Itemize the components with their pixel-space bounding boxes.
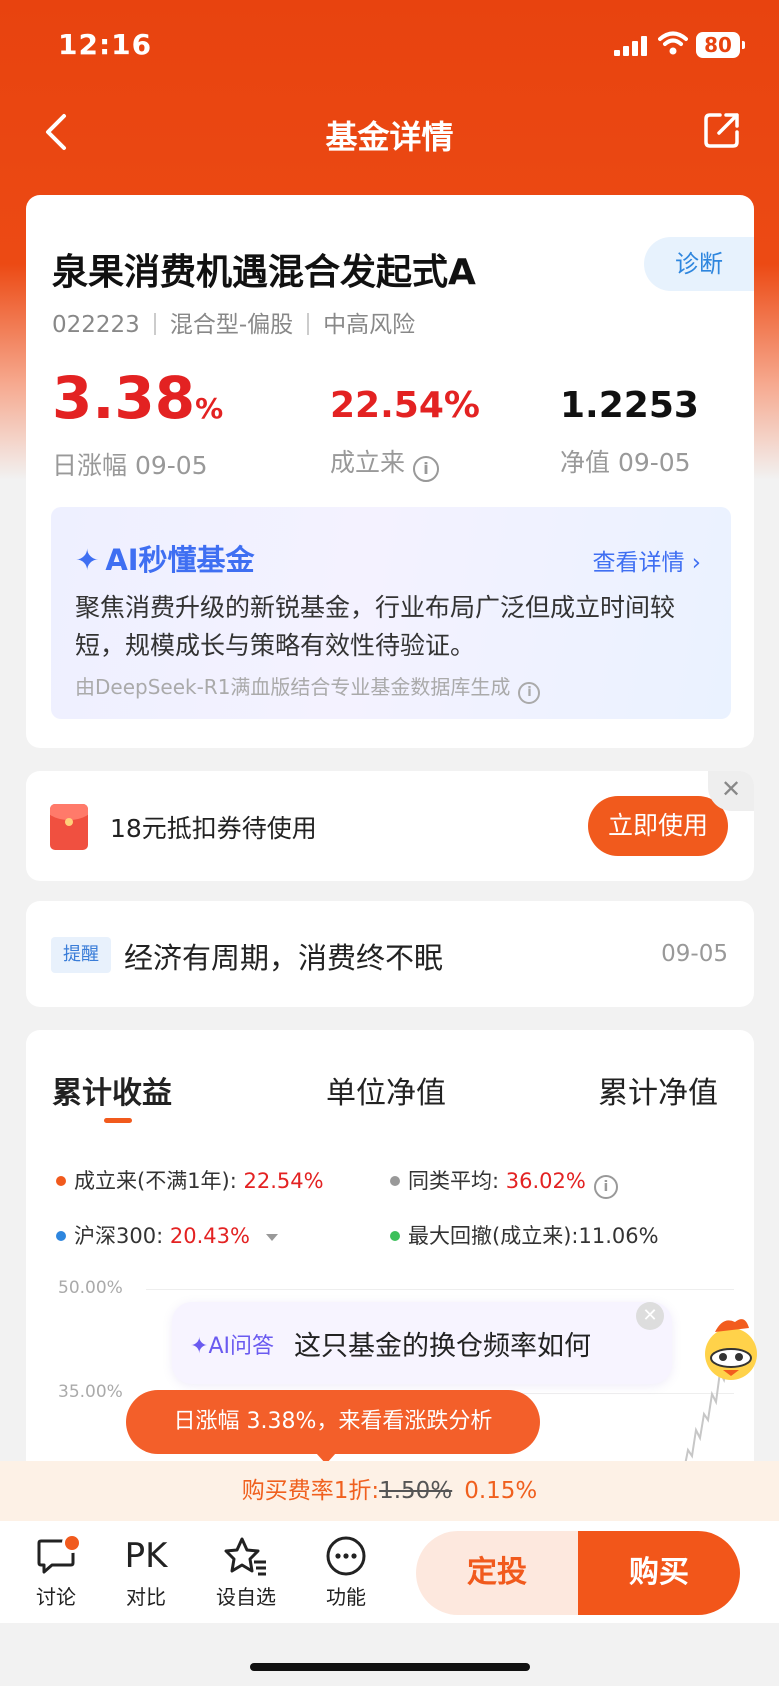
divider: [307, 313, 310, 335]
reminder-tag: 提醒: [51, 937, 111, 973]
functions-button[interactable]: 功能: [306, 1531, 386, 1610]
cellular-signal-icon: [614, 36, 648, 56]
status-bar: 12:16 80: [0, 0, 779, 92]
daily-change-metric: 3.38% 日涨幅 09-05: [52, 367, 223, 482]
legend-category-average: 同类平均: 36.02% i: [390, 1165, 618, 1199]
fund-info-card: 泉果消费机遇混合发起式A 诊断 022223 混合型-偏股 中高风险 3.38% 日…: [26, 195, 754, 748]
auto-invest-button[interactable]: 定投: [416, 1531, 578, 1615]
since-inception-value: 22.54%: [330, 385, 480, 426]
battery-indicator: 80: [696, 32, 745, 58]
fund-meta: 022223 混合型-偏股 中高风险: [52, 305, 415, 339]
rise-analysis-bubble[interactable]: 日涨幅 3.38%，来看看涨跌分析: [126, 1390, 540, 1464]
fund-code: 022223: [52, 312, 140, 338]
duck-mascot-icon[interactable]: [693, 1310, 769, 1386]
reminder-text: 经济有周期，消费终不眠: [124, 941, 444, 975]
legend-csi300[interactable]: 沪深300: 20.43%: [56, 1220, 278, 1250]
legend-dot: [390, 1176, 400, 1186]
sparkle-icon: ✦: [75, 543, 100, 577]
legend-max-drawdown: 最大回撤(成立来):11.06%: [390, 1220, 659, 1250]
wifi-icon: [658, 31, 688, 55]
functions-label: 功能: [326, 1585, 366, 1609]
nav-metric: 1.2253 净值 09-05: [560, 367, 699, 479]
notification-badge: [62, 1533, 82, 1553]
reminder-card[interactable]: 提醒 经济有周期，消费终不眠 09-05: [26, 901, 754, 1007]
chevron-right-icon: ›: [691, 550, 701, 576]
home-indicator[interactable]: [250, 1663, 530, 1671]
tab-unit-nav[interactable]: 单位净值: [326, 1068, 446, 1112]
ai-ask-bubble[interactable]: ✦AI问答 这只基金的换仓频率如何 ✕: [172, 1302, 672, 1384]
status-time: 12:16: [58, 28, 153, 61]
red-envelope-icon: [50, 804, 88, 850]
compare-label: 对比: [126, 1585, 166, 1609]
close-icon[interactable]: ✕: [636, 1302, 664, 1330]
coupon-card: 18元抵扣券待使用 立即使用 ✕: [26, 771, 754, 881]
ai-summary-text: 聚焦消费升级的新锐基金，行业布局广泛但成立时间较短，规模成长与策略有效性待验证。: [75, 593, 676, 660]
since-inception-metric[interactable]: 22.54% 成立来 i: [330, 367, 480, 482]
add-watchlist-label: 设自选: [216, 1585, 276, 1609]
nav-bar: 基金详情: [0, 100, 779, 164]
info-icon[interactable]: i: [593, 1175, 618, 1199]
diagnose-button[interactable]: 诊断: [644, 237, 754, 291]
sparkle-icon: ✦: [190, 1334, 209, 1359]
legend-dot: [390, 1231, 400, 1241]
legend-since-inception: 成立来(不满1年): 22.54%: [56, 1165, 324, 1195]
fee-new: 0.15%: [464, 1478, 538, 1504]
fund-type: 混合型-偏股: [169, 312, 294, 338]
daily-change-label: 日涨幅 09-05: [52, 451, 208, 480]
fee-label: 购买费率1折:: [241, 1478, 380, 1504]
ai-view-details-link[interactable]: 查看详情 ›: [592, 543, 701, 577]
y-tick-label: 35.00%: [58, 1382, 123, 1402]
nav-value: 1.2253: [560, 385, 699, 426]
discuss-button[interactable]: 讨论: [16, 1531, 96, 1610]
ai-ask-label: ✦AI问答: [190, 1334, 274, 1359]
divider: [153, 313, 156, 335]
star-list-icon: [224, 1537, 266, 1576]
use-coupon-button[interactable]: 立即使用: [588, 796, 728, 856]
ai-summary-box[interactable]: ✦ AI秒懂基金 查看详情 › 聚焦消费升级的新锐基金，行业布局广泛但成立时间较短…: [51, 507, 731, 719]
fund-name: 泉果消费机遇混合发起式A: [52, 252, 476, 293]
info-icon[interactable]: i: [518, 682, 541, 704]
tab-cumulative-return[interactable]: 累计收益: [52, 1068, 172, 1112]
ai-ask-question: 这只基金的换仓频率如何: [294, 1331, 591, 1362]
fee-bar: 购买费率1折:1.50% 0.15%: [0, 1461, 779, 1521]
dropdown-arrow-icon[interactable]: [265, 1234, 278, 1241]
ai-summary-title: ✦ AI秒懂基金: [75, 543, 255, 577]
info-icon[interactable]: i: [413, 456, 440, 482]
reminder-date: 09-05: [661, 941, 728, 967]
tab-cumulative-nav[interactable]: 累计净值: [598, 1068, 718, 1112]
buy-button[interactable]: 购买: [578, 1531, 740, 1615]
legend-dot: [56, 1176, 66, 1186]
page-title: 基金详情: [325, 118, 454, 156]
more-dots-icon: [326, 1536, 366, 1576]
pk-icon: PK: [124, 1536, 168, 1576]
y-tick-label: 50.00%: [58, 1278, 123, 1298]
active-tab-indicator: [104, 1118, 132, 1123]
nav-label: 净值 09-05: [560, 448, 691, 477]
bottom-toolbar: 讨论 PK 对比 设自选 功能 定投 购买: [0, 1521, 779, 1623]
performance-chart-card: 累计收益 单位净值 累计净值 成立来(不满1年): 22.54% 同类平均: 3…: [26, 1030, 754, 1530]
since-inception-label: 成立来 i: [330, 443, 480, 482]
coupon-text: 18元抵扣券待使用: [110, 814, 317, 843]
fund-risk: 中高风险: [323, 312, 416, 338]
add-watchlist-button[interactable]: 设自选: [206, 1531, 286, 1610]
daily-change-value: 3.38%: [52, 364, 224, 432]
discuss-label: 讨论: [36, 1585, 76, 1609]
legend-dot: [56, 1231, 66, 1241]
compare-button[interactable]: PK 对比: [106, 1531, 186, 1610]
share-icon[interactable]: [702, 110, 742, 150]
fee-old: 1.50%: [379, 1478, 453, 1504]
ai-source-note: 由DeepSeek-R1满血版结合专业基金数据库生成 i: [75, 671, 541, 704]
grid-line: [146, 1289, 734, 1290]
